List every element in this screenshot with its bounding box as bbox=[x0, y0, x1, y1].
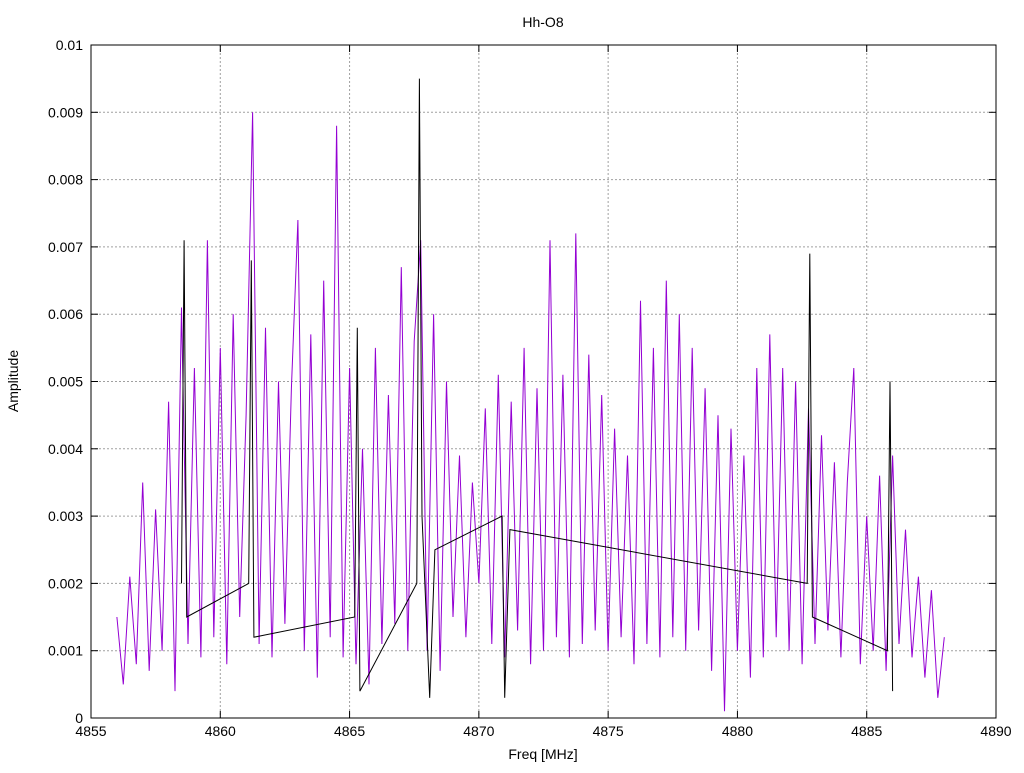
y-axis-label: Amplitude bbox=[5, 350, 21, 412]
x-tick-label: 4870 bbox=[463, 723, 494, 739]
y-tick-label: 0.008 bbox=[48, 172, 83, 188]
x-tick-label: 4880 bbox=[722, 723, 753, 739]
x-tick-label: 4860 bbox=[205, 723, 236, 739]
x-tick-label: 4890 bbox=[980, 723, 1011, 739]
chart: Hh-O8 4855 4860 4865 4870 4875 4880 4885 489000… bbox=[5, 14, 1012, 762]
x-tick-label: 4885 bbox=[851, 723, 882, 739]
x-axis-label: Freq [MHz] bbox=[508, 746, 577, 762]
y-tick-label: 0.003 bbox=[48, 508, 83, 524]
y-tick-label: 0 bbox=[75, 710, 83, 726]
y-tick-label: 0.001 bbox=[48, 643, 83, 659]
y-tick-label: 0.002 bbox=[48, 575, 83, 591]
y-tick-label: 0.01 bbox=[56, 37, 83, 53]
y-tick-label: 0.006 bbox=[48, 306, 83, 322]
y-tick-label: 0.007 bbox=[48, 239, 83, 255]
y-tick-label: 0.009 bbox=[48, 104, 83, 120]
chart-title: Hh-O8 bbox=[522, 14, 563, 30]
y-tick-label: 0.005 bbox=[48, 374, 83, 390]
grid bbox=[91, 45, 996, 718]
series-line-purple bbox=[116, 112, 945, 712]
series-group bbox=[116, 78, 945, 712]
x-tick-label: 4875 bbox=[593, 723, 624, 739]
y-tick-label: 0.004 bbox=[48, 441, 83, 457]
x-tick-label: 4865 bbox=[334, 723, 365, 739]
